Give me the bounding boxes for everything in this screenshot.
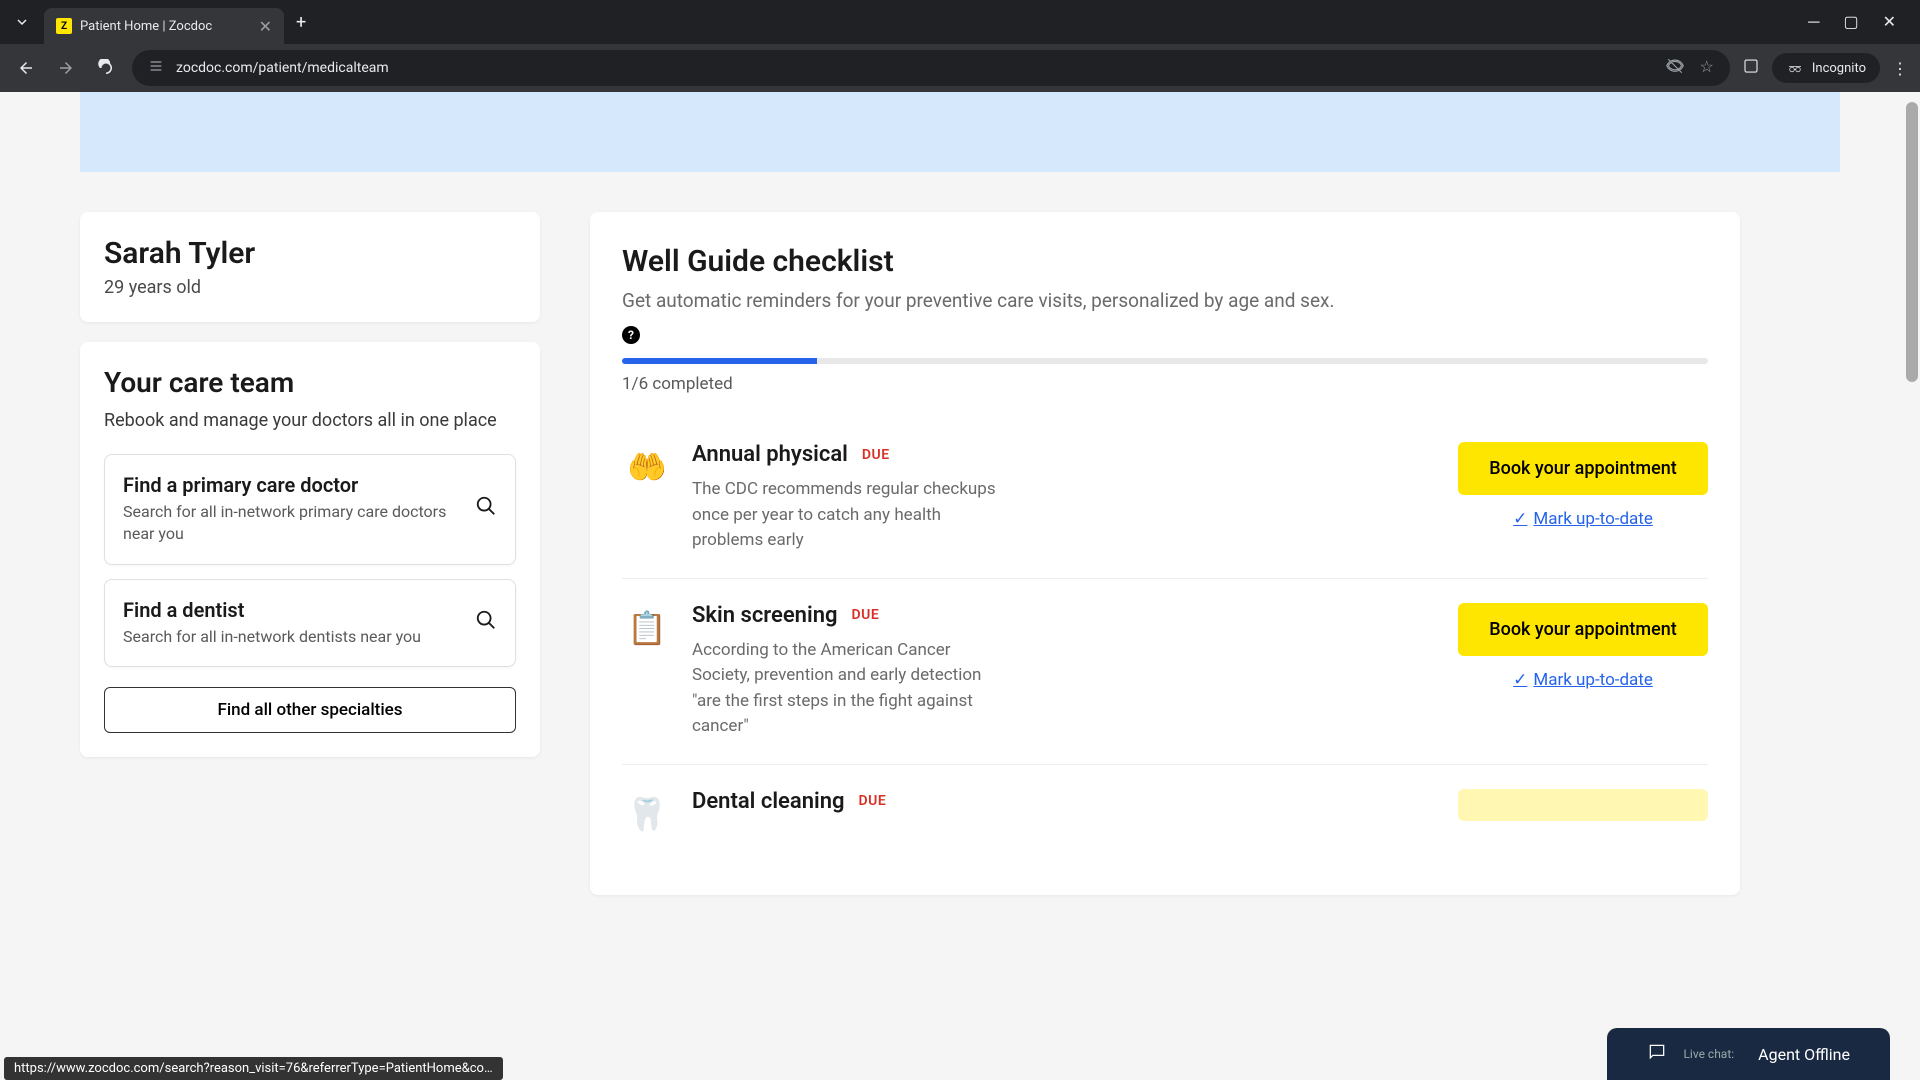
- browser-chrome: Z Patient Home | Zocdoc ✕ + ─ ▢ ✕ zocdoc…: [0, 0, 1920, 92]
- search-icon: [475, 609, 497, 637]
- extensions-icon[interactable]: [1742, 57, 1760, 79]
- forward-button[interactable]: [52, 54, 80, 82]
- item-title: Annual physical: [692, 442, 848, 467]
- chat-prefix: Live chat:: [1683, 1047, 1734, 1061]
- care-team-subtitle: Rebook and manage your doctors all in on…: [104, 407, 516, 434]
- sidebar: Sarah Tyler 29 years old Your care team …: [80, 212, 540, 895]
- patient-name: Sarah Tyler: [104, 236, 516, 271]
- maximize-button[interactable]: ▢: [1843, 12, 1858, 32]
- menu-button[interactable]: ⋮: [1892, 59, 1908, 78]
- mark-up-to-date-link[interactable]: ✓ Mark up-to-date: [1513, 509, 1653, 529]
- checklist-item-skin-screening: 📋 Skin screening DUE According to the Am…: [622, 579, 1708, 765]
- find-primary-care-card[interactable]: Find a primary care doctor Search for al…: [104, 454, 516, 565]
- item-title: Skin screening: [692, 603, 838, 628]
- search-icon: [475, 495, 497, 523]
- minimize-button[interactable]: ─: [1808, 12, 1819, 32]
- chat-icon: [1647, 1042, 1667, 1066]
- well-guide-desc: Get automatic reminders for your prevent…: [622, 289, 1708, 312]
- book-appointment-button[interactable]: [1458, 789, 1708, 821]
- status-bar: https://www.zocdoc.com/search?reason_vis…: [4, 1057, 503, 1080]
- progress-bar: [622, 358, 1708, 364]
- item-title: Dental cleaning: [692, 789, 845, 814]
- tab-title: Patient Home | Zocdoc: [80, 19, 259, 34]
- scroll-thumb[interactable]: [1906, 102, 1918, 382]
- browser-tab[interactable]: Z Patient Home | Zocdoc ✕: [44, 8, 284, 44]
- top-banner: [80, 92, 1840, 172]
- site-settings-icon[interactable]: [148, 58, 164, 78]
- due-badge: DUE: [862, 447, 890, 463]
- item-desc: The CDC recommends regular checkups once…: [692, 477, 1012, 554]
- scrollbar[interactable]: [1904, 92, 1920, 1080]
- profile-card: Sarah Tyler 29 years old: [80, 212, 540, 322]
- url-text: zocdoc.com/patient/medicalteam: [176, 60, 1654, 76]
- tab-dropdown-button[interactable]: [8, 8, 36, 36]
- patient-age: 29 years old: [104, 277, 516, 298]
- book-appointment-button[interactable]: Book your appointment: [1458, 442, 1708, 495]
- progress-text: 1/6 completed: [622, 374, 1708, 394]
- well-guide-panel: Well Guide checklist Get automatic remin…: [590, 212, 1740, 895]
- back-button[interactable]: [12, 54, 40, 82]
- find-all-specialties-button[interactable]: Find all other specialties: [104, 687, 516, 733]
- close-window-button[interactable]: ✕: [1883, 12, 1896, 32]
- find-card-title: Find a primary care doctor: [123, 473, 475, 497]
- incognito-badge[interactable]: Incognito: [1772, 53, 1880, 83]
- progress-fill: [622, 358, 817, 364]
- bookmark-icon[interactable]: ☆: [1700, 57, 1714, 79]
- reload-button[interactable]: [92, 54, 120, 82]
- privacy-icon[interactable]: [1666, 57, 1684, 79]
- new-tab-button[interactable]: +: [296, 12, 306, 33]
- annual-physical-icon: 🤲: [622, 442, 672, 492]
- incognito-icon: [1786, 59, 1804, 77]
- well-guide-title: Well Guide checklist: [622, 244, 1708, 279]
- url-bar[interactable]: zocdoc.com/patient/medicalteam ☆: [132, 50, 1730, 86]
- address-bar: zocdoc.com/patient/medicalteam ☆ Incogni…: [0, 44, 1920, 92]
- check-icon: ✓: [1513, 509, 1527, 529]
- mark-up-to-date-link[interactable]: ✓ Mark up-to-date: [1513, 670, 1653, 690]
- book-appointment-button[interactable]: Book your appointment: [1458, 603, 1708, 656]
- help-icon[interactable]: ?: [622, 326, 640, 344]
- check-icon: ✓: [1513, 670, 1527, 690]
- chat-status: Agent Offline: [1758, 1045, 1850, 1064]
- skin-screening-icon: 📋: [622, 603, 672, 653]
- due-badge: DUE: [852, 607, 880, 623]
- due-badge: DUE: [859, 793, 887, 809]
- zocdoc-favicon: Z: [56, 18, 72, 34]
- tab-close-button[interactable]: ✕: [259, 17, 272, 36]
- find-card-desc: Search for all in-network dentists near …: [123, 626, 475, 648]
- checklist-item-annual-physical: 🤲 Annual physical DUE The CDC recommends…: [622, 418, 1708, 579]
- chat-widget[interactable]: Live chat: Agent Offline: [1607, 1028, 1890, 1080]
- page-content: Sarah Tyler 29 years old Your care team …: [0, 92, 1920, 1080]
- care-team-title: Your care team: [104, 366, 516, 399]
- find-dentist-card[interactable]: Find a dentist Search for all in-network…: [104, 579, 516, 667]
- item-desc: According to the American Cancer Society…: [692, 638, 1012, 740]
- dental-cleaning-icon: 🦷: [622, 789, 672, 839]
- tab-bar: Z Patient Home | Zocdoc ✕ + ─ ▢ ✕: [0, 0, 1920, 44]
- find-card-desc: Search for all in-network primary care d…: [123, 501, 475, 546]
- window-controls: ─ ▢ ✕: [1808, 12, 1912, 32]
- find-card-title: Find a dentist: [123, 598, 475, 622]
- care-team-card: Your care team Rebook and manage your do…: [80, 342, 540, 757]
- checklist-item-dental-cleaning: 🦷 Dental cleaning DUE: [622, 765, 1708, 863]
